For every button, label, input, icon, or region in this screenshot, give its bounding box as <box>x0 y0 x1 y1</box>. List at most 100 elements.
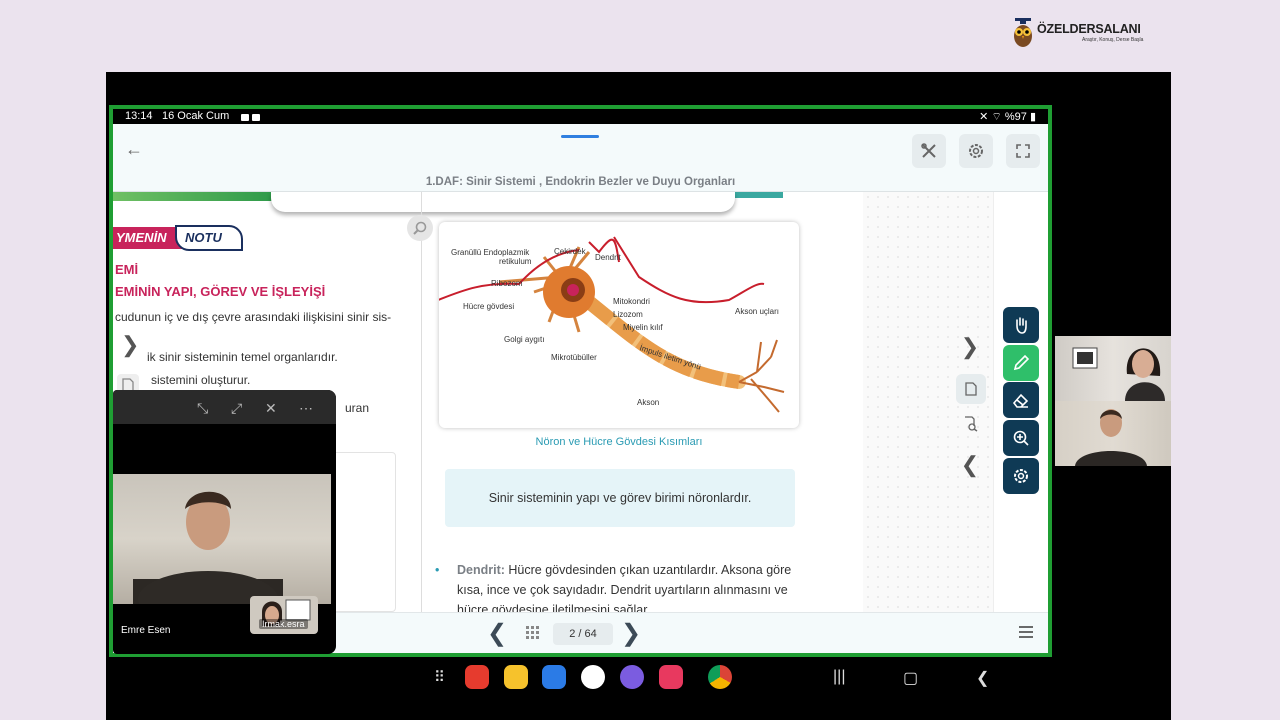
label-mitokondri: Mitokondri <box>613 297 650 306</box>
tool-settings-button[interactable] <box>1003 458 1039 494</box>
owl-logo-icon <box>1014 18 1032 47</box>
home-icon[interactable]: ▢ <box>903 668 918 688</box>
label-miyelin: Miyelin kılıf <box>623 323 663 332</box>
page-indicator[interactable]: 2 / 64 <box>553 623 613 645</box>
page-header-stripe <box>113 192 273 201</box>
tools-button[interactable] <box>912 134 946 168</box>
settings-button[interactable] <box>959 134 993 168</box>
badge-left-text: YMENİN <box>113 227 183 249</box>
recents-icon[interactable]: ||| <box>833 668 845 686</box>
gear-icon <box>1014 469 1028 483</box>
neuron-figure: Granüllü Endoplazmik retikulum Çekirdek … <box>439 222 799 428</box>
app-internet-icon[interactable] <box>620 665 644 689</box>
app-flipboard-icon[interactable] <box>465 665 489 689</box>
text-line-3: sistemini oluşturur. <box>151 373 251 387</box>
participant-name: Emre Esen <box>117 624 175 637</box>
text-line-2: ik sinir sisteminin temel organlarıdır. <box>147 350 338 364</box>
page-search-icon <box>965 416 978 432</box>
tools-icon <box>921 143 936 158</box>
status-date: 16 Ocak Cum <box>162 110 230 122</box>
teacher-note-badge: YMENİN NOTU <box>113 225 243 251</box>
label-er: Granüllü Endoplazmik <box>451 248 530 257</box>
app-calendar-icon[interactable] <box>542 665 566 689</box>
close-icon[interactable]: ✕ <box>265 400 277 417</box>
text-line-4: uran <box>345 401 370 415</box>
label-er2: retikulum <box>499 257 532 266</box>
brand-logo: ÖZELDERSALANI Araştır, Konuş, Derse Başl… <box>1012 18 1152 48</box>
document-title: 1.DAF: Sinir Sistemi , Endokrin Bezler v… <box>113 176 1048 192</box>
menu-icon[interactable] <box>1018 625 1034 639</box>
recording-icon <box>241 112 263 124</box>
expand-icon[interactable]: ⤢ <box>231 400 242 417</box>
hand-icon <box>1016 317 1027 334</box>
section-heading-2: EMİNİN YAPI, GÖREV VE İŞLEYİŞİ <box>115 284 326 299</box>
pager-next-icon[interactable]: ❯ <box>621 619 641 648</box>
hand-tool-button[interactable] <box>1003 307 1039 343</box>
video-call-popup[interactable]: ⤡ ⤢ ✕ ⋯ Irmak.esra Emre Esen <box>113 390 336 654</box>
app-messages-icon[interactable] <box>581 665 605 689</box>
label-lizozom: Lizozom <box>613 310 643 319</box>
drag-handle[interactable] <box>561 135 599 138</box>
battery-level: %97 <box>1004 111 1027 123</box>
eraser-tool-button[interactable] <box>1003 382 1039 418</box>
info-box: Sinir sisteminin yapı ve görev birimi nö… <box>445 469 795 527</box>
text-line-1: cudunun iç ve dış çevre arasındaki ilişk… <box>115 310 392 324</box>
fullscreen-button[interactable] <box>1006 134 1040 168</box>
app-drawer-icon[interactable]: ⠿ <box>434 668 445 686</box>
wifi-icon: ✕ ⌔ <box>979 111 1005 123</box>
page-icon <box>965 382 977 396</box>
pencil-icon <box>1013 354 1030 371</box>
zoom-tool-button[interactable] <box>1003 420 1039 456</box>
back-icon[interactable]: ❮ <box>976 668 989 688</box>
bullet-body: Hücre gövdesinden çıkan uzantılardır. Ak… <box>457 563 792 612</box>
bullet-dot: • <box>435 563 440 577</box>
participant-video <box>113 474 331 627</box>
page-header-pill <box>271 192 735 212</box>
minimize-icon[interactable]: ⤡ <box>197 400 208 417</box>
prev-page-chevron-icon[interactable]: ❮ <box>955 450 985 480</box>
expand-icon <box>1016 144 1030 158</box>
participant-video-1[interactable] <box>1055 336 1171 401</box>
figure-caption: Nöron ve Hücre Gövdesi Kısımları <box>535 436 703 448</box>
status-time: 13:14 <box>125 110 153 122</box>
pen-tool-button[interactable] <box>1003 345 1039 381</box>
more-options-icon[interactable]: ⋯ <box>299 400 313 417</box>
page-column-divider <box>421 192 422 612</box>
back-arrow-icon[interactable]: ← <box>123 138 145 160</box>
section-heading-1: EMİ <box>115 262 139 277</box>
badge-right-text: NOTU <box>175 225 243 251</box>
label-akson-uclari: Akson uçları <box>735 307 779 316</box>
label-cekirdek: Çekirdek <box>554 247 587 256</box>
popup-toolbar: ⤡ ⤢ ✕ ⋯ <box>113 390 336 424</box>
zoom-in-icon <box>1013 430 1029 446</box>
grid-icon[interactable] <box>525 625 539 639</box>
battery-icon: ▮ <box>1029 111 1036 123</box>
pager-prev-icon[interactable]: ❮ <box>487 619 507 648</box>
status-bar: 13:14 16 Ocak Cum ✕ ⌔ %97 ▮ <box>113 109 1048 124</box>
bullet-term: Dendrit: <box>457 563 505 577</box>
app-files-icon[interactable] <box>504 665 528 689</box>
neuron-diagram: Granüllü Endoplazmik retikulum Çekirdek … <box>439 236 785 413</box>
page-search-button[interactable] <box>956 409 986 439</box>
app-chrome-icon[interactable] <box>708 665 732 689</box>
prev-chevron-icon[interactable]: ❯ <box>121 332 139 358</box>
label-akson: Akson <box>637 398 659 407</box>
app-screen-recorder-icon[interactable] <box>659 665 683 689</box>
brand-name: ÖZELDERSALANI <box>1037 22 1141 36</box>
status-icons: ✕ ⌔ %97 ▮ <box>979 110 1036 124</box>
gear-icon <box>969 144 983 158</box>
label-dendrit: Dendrit <box>595 253 622 262</box>
eraser-icon <box>1012 393 1029 408</box>
label-mikrotubul: Mikrotübüller <box>551 353 597 362</box>
android-taskbar: ⠿ ||| ▢ ❮ <box>106 660 1171 695</box>
zoom-search-icon[interactable] <box>407 215 433 241</box>
label-hucre-govdesi: Hücre gövdesi <box>463 302 514 311</box>
self-view-name: Irmak.esra <box>259 619 308 629</box>
label-golgi: Golgi aygıtı <box>504 335 544 344</box>
participant-video-2[interactable] <box>1055 401 1171 466</box>
brand-tagline: Araştır, Konuş, Derse Başla <box>1082 37 1144 43</box>
bullet-text: Dendrit: Hücre gövdesinden çıkan uzantıl… <box>457 560 807 612</box>
label-ribozom: Ribozom <box>491 279 523 288</box>
next-page-chevron-icon[interactable]: ❯ <box>955 332 985 362</box>
page-view-button[interactable] <box>956 374 986 404</box>
